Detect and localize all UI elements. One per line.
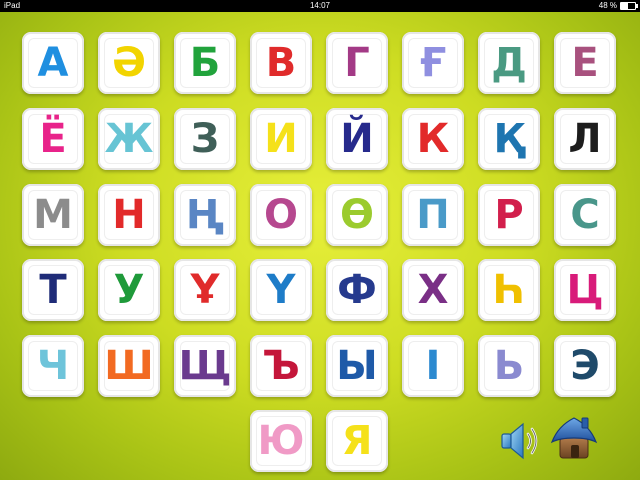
letter-tile[interactable]: Ё	[22, 108, 84, 170]
letter-label: Л	[568, 116, 602, 162]
letter-label: Ы	[336, 343, 378, 389]
letter-label: Р	[494, 192, 524, 238]
letter-label: Х	[417, 267, 449, 313]
letter-tile[interactable]: Ц	[554, 259, 616, 321]
letter-label: Б	[189, 40, 221, 86]
letter-tile[interactable]: Н	[98, 184, 160, 246]
letter-tile[interactable]: С	[554, 184, 616, 246]
letter-tile[interactable]: Ғ	[402, 32, 464, 94]
letter-tile[interactable]: Ы	[326, 335, 388, 397]
letter-tile[interactable]: Қ	[478, 108, 540, 170]
letter-tile[interactable]: Ә	[98, 32, 160, 94]
letter-label: Ъ	[262, 343, 300, 389]
letter-tile[interactable]: Г	[326, 32, 388, 94]
letter-tile[interactable]: Ұ	[174, 259, 236, 321]
letter-tile[interactable]: П	[402, 184, 464, 246]
letter-label: Д	[491, 40, 527, 86]
letter-label: Е	[571, 40, 599, 86]
speaker-icon[interactable]	[498, 418, 544, 464]
letter-tile[interactable]: Ү	[250, 259, 312, 321]
letter-label: Ж	[104, 116, 154, 162]
letter-tile[interactable]: О	[250, 184, 312, 246]
letter-label: Һ	[492, 267, 526, 313]
letter-label: П	[416, 192, 450, 238]
letter-label: Ғ	[419, 40, 447, 86]
letter-tile[interactable]: Й	[326, 108, 388, 170]
letter-label: Ь	[493, 343, 525, 389]
letter-label: У	[113, 267, 145, 313]
letter-label: В	[265, 40, 297, 86]
letter-tile[interactable]: М	[22, 184, 84, 246]
alphabet-grid: АӘБВ Г ҒДЕ ЁЖЗИЙКҚЛ МНҢОӨПРС ТУҰҮФХҺЦ ЧШЩЪЫ І ЬЭ…	[0, 0, 640, 480]
letter-label: Э	[570, 343, 600, 389]
letter-label: Ң	[185, 192, 225, 238]
letter-tile[interactable]: І	[402, 335, 464, 397]
letter-label: И	[264, 116, 298, 162]
home-icon[interactable]	[548, 412, 600, 464]
letter-label: Ә	[112, 40, 146, 86]
letter-label: Щ	[178, 343, 232, 389]
letter-label: Й	[340, 116, 374, 162]
letter-label: М	[33, 192, 73, 238]
letter-tile[interactable]: Р	[478, 184, 540, 246]
letter-tile[interactable]: Ч	[22, 335, 84, 397]
letter-label: Қ	[493, 116, 525, 162]
letter-label: Ф	[337, 267, 377, 313]
letter-tile[interactable]: Ю	[250, 410, 312, 472]
letter-label: Г	[344, 40, 370, 86]
letter-label: А	[37, 40, 69, 86]
letter-tile[interactable]: Һ	[478, 259, 540, 321]
letter-label: К	[416, 116, 450, 162]
letter-tile[interactable]: Ө	[326, 184, 388, 246]
letter-label: Ч	[36, 343, 70, 389]
letter-label: Ц	[566, 267, 604, 313]
letter-tile[interactable]: Ъ	[250, 335, 312, 397]
letter-label: Я	[341, 418, 373, 464]
letter-tile[interactable]: Б	[174, 32, 236, 94]
letter-tile[interactable]: А	[22, 32, 84, 94]
letter-label: Т	[39, 267, 67, 313]
letter-label: Ө	[339, 192, 374, 238]
letter-tile[interactable]: Е	[554, 32, 616, 94]
letter-tile[interactable]: Щ	[174, 335, 236, 397]
letter-tile[interactable]: Ж	[98, 108, 160, 170]
letter-tile[interactable]: З	[174, 108, 236, 170]
letter-tile[interactable]: Ш	[98, 335, 160, 397]
letter-tile[interactable]: Я	[326, 410, 388, 472]
letter-label: Ё	[39, 116, 67, 162]
letter-tile[interactable]: Ь	[478, 335, 540, 397]
letter-tile[interactable]: В	[250, 32, 312, 94]
letter-label: І	[425, 343, 441, 389]
letter-label: С	[570, 192, 600, 238]
letter-tile[interactable]: К	[402, 108, 464, 170]
letter-tile[interactable]: Э	[554, 335, 616, 397]
letter-label: Ұ	[190, 267, 220, 313]
letter-label: Н	[112, 192, 146, 238]
letter-label: О	[263, 192, 298, 238]
letter-tile[interactable]: У	[98, 259, 160, 321]
letter-label: З	[190, 116, 220, 162]
letter-tile[interactable]: Т	[22, 259, 84, 321]
letter-tile[interactable]: Л	[554, 108, 616, 170]
letter-tile[interactable]: Д	[478, 32, 540, 94]
letter-tile[interactable]: Ф	[326, 259, 388, 321]
letter-label: Ү	[266, 267, 296, 313]
letter-label: Ш	[104, 343, 154, 389]
letter-label: Ю	[257, 418, 305, 464]
letter-tile[interactable]: Ң	[174, 184, 236, 246]
letter-tile[interactable]: И	[250, 108, 312, 170]
letter-tile[interactable]: Х	[402, 259, 464, 321]
